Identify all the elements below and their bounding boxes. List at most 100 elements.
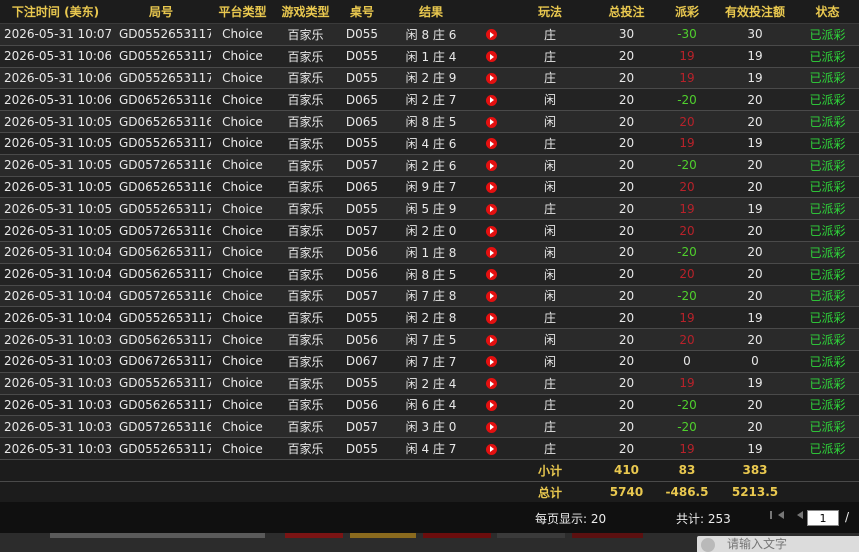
game-type-cell: 百家乐: [274, 263, 337, 286]
video-cell: [475, 110, 507, 133]
valid-bet-cell: 20: [714, 263, 796, 286]
status-cell: 已派彩: [796, 437, 859, 460]
total-bet-cell: 20: [593, 306, 660, 330]
table-no-cell: D055: [337, 23, 387, 46]
result-cell: 闲 4 庄 6: [387, 132, 475, 155]
game-type-cell: 百家乐: [274, 154, 337, 177]
status-cell: 已派彩: [796, 328, 859, 351]
play-circle-icon[interactable]: [485, 356, 497, 368]
play-circle-icon[interactable]: [485, 72, 497, 84]
bet-time-cell: 2026-05-31 10:03:22: [0, 415, 111, 439]
play-circle-icon[interactable]: [485, 29, 497, 41]
play-cell: 庄: [507, 45, 593, 68]
payout-cell: 19: [660, 197, 714, 221]
play-circle-icon[interactable]: [485, 247, 497, 259]
play-circle-icon[interactable]: [485, 160, 497, 172]
bet-time-cell: 2026-05-31 10:05:16: [0, 176, 111, 199]
platform-cell: Choice: [211, 350, 274, 373]
play-circle-icon[interactable]: [485, 399, 497, 411]
video-cell: [475, 437, 507, 460]
game-type-cell: 百家乐: [274, 285, 337, 308]
play-circle-icon[interactable]: [485, 225, 497, 237]
valid-bet-cell: 20: [714, 176, 796, 199]
play-circle-icon[interactable]: [485, 378, 497, 390]
valid-bet-cell: 20: [714, 328, 796, 351]
valid-bet-cell: 20: [714, 154, 796, 177]
play-cell: 闲: [507, 263, 593, 286]
video-cell: [475, 23, 507, 46]
chat-input[interactable]: [727, 537, 852, 551]
game-type-cell: 百家乐: [274, 176, 337, 199]
video-cell: [475, 350, 507, 373]
platform-cell: Choice: [211, 67, 274, 90]
play-circle-icon[interactable]: [485, 138, 497, 150]
payout-cell: -20: [660, 285, 714, 308]
bottom-tab: [50, 533, 265, 538]
play-cell: 闲: [507, 110, 593, 133]
play-cell: 闲: [507, 328, 593, 351]
bottom-tab: [572, 533, 643, 538]
total-bet-cell: 20: [593, 415, 660, 439]
video-cell: [475, 285, 507, 308]
total-bet-cell: 20: [593, 394, 660, 417]
first-page-icon[interactable]: [770, 511, 784, 519]
valid-bet-cell: 19: [714, 437, 796, 460]
play-circle-icon[interactable]: [485, 269, 497, 281]
play-circle-icon[interactable]: [485, 443, 497, 455]
result-cell: 闲 6 庄 4: [387, 394, 475, 417]
status-cell: 已派彩: [796, 132, 859, 155]
table-row: 2026-05-31 10:03:48GD0562653117XChoice百家…: [0, 328, 859, 351]
platform-cell: Choice: [211, 372, 274, 395]
round-id-cell: GD0652653116P: [111, 176, 211, 199]
status-cell: 已派彩: [796, 263, 859, 286]
video-cell: [475, 88, 507, 112]
status-cell: 已派彩: [796, 372, 859, 395]
table-row: 2026-05-31 10:05:16GD0652653116PChoice百家…: [0, 176, 859, 199]
play-circle-icon[interactable]: [485, 290, 497, 302]
game-type-cell: 百家乐: [274, 67, 337, 90]
play-circle-icon[interactable]: [485, 421, 497, 433]
round-id-cell: GD0552653117T: [111, 45, 211, 68]
video-cell: [475, 45, 507, 68]
play-circle-icon[interactable]: [485, 116, 497, 128]
header-play: 玩法: [507, 0, 593, 24]
payout-cell: 19: [660, 67, 714, 90]
payout-cell: -20: [660, 154, 714, 177]
valid-bet-cell: 20: [714, 394, 796, 417]
bet-records-table: 下注时间 (美东) 局号 平台类型 游戏类型 桌号 结果 玩法 总投注 派彩 有…: [0, 0, 859, 504]
prev-page-icon[interactable]: [797, 511, 803, 519]
valid-bet-cell: 20: [714, 415, 796, 439]
play-circle-icon[interactable]: [485, 203, 497, 215]
table-no-cell: D055: [337, 132, 387, 155]
table-no-cell: D057: [337, 285, 387, 308]
table-row: 2026-05-31 10:06:14GD0552653117SChoice百家…: [0, 67, 859, 90]
status-cell: 已派彩: [796, 45, 859, 68]
status-cell: 已派彩: [796, 415, 859, 439]
status-cell: 已派彩: [796, 67, 859, 90]
round-id-cell: GD0562653117X: [111, 328, 211, 351]
round-id-cell: GD0572653116U: [111, 285, 211, 308]
valid-bet-cell: 20: [714, 110, 796, 133]
table-row: 2026-05-31 10:04:18GD0562653117YChoice百家…: [0, 263, 859, 286]
game-type-cell: 百家乐: [274, 88, 337, 112]
table-row: 2026-05-31 10:05:31GD0572653116XChoice百家…: [0, 154, 859, 177]
round-id-cell: GD0572653116S: [111, 415, 211, 439]
total-bet-cell: 20: [593, 328, 660, 351]
play-circle-icon[interactable]: [485, 181, 497, 193]
bet-time-cell: 2026-05-31 10:06:37: [0, 45, 111, 68]
subtotal-label: 小计: [507, 459, 593, 482]
payout-cell: -20: [660, 241, 714, 264]
table-row: 2026-05-31 10:05:38GD0552653117RChoice百家…: [0, 132, 859, 155]
page-number-input[interactable]: [807, 510, 839, 526]
round-id-cell: GD0562653117Z: [111, 241, 211, 264]
subtotal-valid: 383: [714, 459, 796, 482]
play-circle-icon[interactable]: [485, 51, 497, 63]
payout-cell: 19: [660, 372, 714, 395]
payout-cell: -20: [660, 394, 714, 417]
play-circle-icon[interactable]: [485, 334, 497, 346]
play-circle-icon[interactable]: [485, 312, 497, 324]
header-valid-bet: 有效投注额: [714, 0, 796, 24]
play-circle-icon[interactable]: [485, 94, 497, 106]
bottom-tab: [285, 533, 343, 538]
header-payout: 派彩: [660, 0, 714, 24]
